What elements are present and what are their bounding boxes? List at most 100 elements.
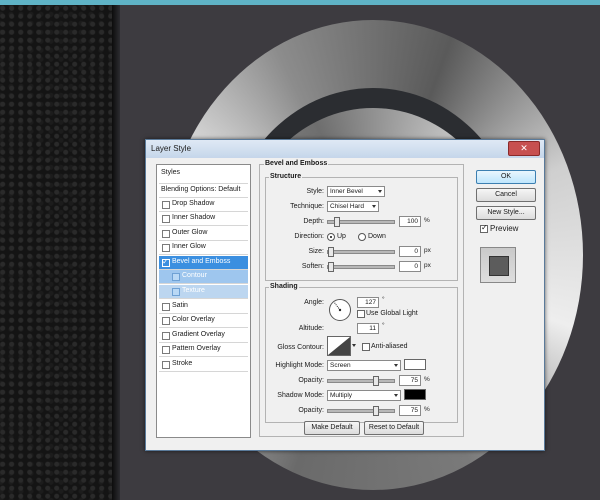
styles-list-panel: Styles Blending Options: Default Drop Sh… — [156, 164, 251, 438]
soften-slider-thumb[interactable] — [328, 262, 334, 272]
size-input[interactable]: 0 — [399, 246, 421, 257]
blending-options-item[interactable]: Blending Options: Default — [159, 183, 248, 198]
ok-button[interactable]: OK — [476, 170, 536, 184]
contour-curve-icon — [328, 337, 350, 355]
highlight-color-swatch[interactable] — [404, 359, 426, 370]
highlight-opacity-slider[interactable] — [327, 376, 395, 386]
style-item-label: Inner Glow — [172, 243, 206, 250]
angle-value: 127 — [365, 299, 376, 306]
structure-group: Structure Style: Inner Bevel Technique: … — [265, 173, 458, 281]
shading-group: Shading Angle: 127 ° Use Global Light Al… — [265, 283, 458, 423]
style-item-stroke[interactable]: Stroke — [159, 358, 248, 372]
new-style-button[interactable]: New Style... — [476, 206, 536, 220]
highlight-opacity-input[interactable]: 75 — [399, 375, 421, 386]
style-item-inner-glow[interactable]: Inner Glow — [159, 241, 248, 255]
style-item-outer-glow[interactable]: Outer Glow — [159, 227, 248, 241]
checkbox-color-overlay[interactable] — [162, 317, 170, 325]
size-value: 0 — [414, 248, 418, 255]
altitude-input[interactable]: 11 — [357, 323, 379, 334]
shadow-opacity-input[interactable]: 75 — [399, 405, 421, 416]
preview-checkbox[interactable]: ✓ — [480, 223, 488, 233]
chevron-down-icon[interactable] — [352, 344, 356, 347]
style-item-pattern-overlay[interactable]: Pattern Overlay — [159, 343, 248, 357]
style-dropdown[interactable]: Inner Bevel — [327, 186, 385, 197]
depth-slider-thumb[interactable] — [334, 217, 340, 227]
structure-title: Structure — [269, 173, 303, 180]
blending-options-label: Blending Options: Default — [161, 186, 241, 193]
style-item-label: Drop Shadow — [172, 200, 215, 207]
depth-slider[interactable] — [327, 217, 395, 227]
checkbox-drop-shadow[interactable] — [162, 201, 170, 209]
styles-header[interactable]: Styles — [159, 167, 248, 180]
shadow-opacity-thumb[interactable] — [373, 406, 379, 416]
anti-aliased-checkbox[interactable] — [362, 343, 370, 351]
style-item-label: Color Overlay — [172, 316, 215, 323]
checkbox-contour[interactable] — [172, 273, 180, 281]
highlight-mode-dropdown[interactable]: Screen — [327, 360, 401, 371]
technique-dropdown[interactable]: Chisel Hard — [327, 201, 379, 212]
style-item-label: Outer Glow — [172, 229, 208, 236]
style-item-drop-shadow[interactable]: Drop Shadow — [159, 198, 248, 212]
size-slider[interactable] — [327, 247, 395, 257]
shadow-mode-dropdown[interactable]: Multiply — [327, 390, 401, 401]
highlight-mode-label: Highlight Mode: — [275, 362, 324, 369]
checkbox-inner-shadow[interactable] — [162, 215, 170, 223]
checkbox-bevel-and-emboss[interactable]: ✓ — [162, 257, 170, 267]
direction-down-label: Down — [368, 233, 386, 240]
soften-slider[interactable] — [327, 262, 395, 272]
angle-input[interactable]: 127 — [357, 297, 379, 308]
altitude-unit: ° — [382, 322, 385, 329]
close-icon[interactable]: ✕ — [508, 141, 540, 156]
style-item-label: Bevel and Emboss — [172, 258, 231, 265]
leather-edge-shadow — [112, 5, 120, 500]
highlight-opacity-thumb[interactable] — [373, 376, 379, 386]
style-item-bevel-and-emboss[interactable]: ✓ Bevel and Emboss — [159, 256, 248, 270]
reset-to-default-button[interactable]: Reset to Default — [364, 421, 424, 435]
checkbox-stroke[interactable] — [162, 361, 170, 369]
preview-label: Preview — [490, 224, 519, 233]
checkbox-outer-glow[interactable] — [162, 230, 170, 238]
use-global-light-checkbox[interactable] — [357, 310, 365, 318]
shadow-opacity-slider[interactable] — [327, 406, 395, 416]
style-item-label: Gradient Overlay — [172, 331, 225, 338]
checkbox-satin[interactable] — [162, 303, 170, 311]
direction-up-radio[interactable] — [327, 233, 335, 241]
style-item-label: Contour — [182, 272, 207, 279]
make-default-button[interactable]: Make Default — [304, 421, 360, 435]
dialog-titlebar[interactable]: Layer Style ✕ — [146, 140, 544, 158]
direction-label: Direction: — [294, 233, 324, 240]
soften-value: 0 — [414, 263, 418, 270]
checkmark-icon: ✓ — [481, 223, 488, 232]
dialog-title: Layer Style — [151, 144, 192, 153]
highlight-opacity-value: 75 — [410, 377, 418, 384]
shadow-color-swatch[interactable] — [404, 389, 426, 400]
gloss-contour-picker[interactable] — [327, 336, 351, 356]
checkbox-pattern-overlay[interactable] — [162, 346, 170, 354]
angle-unit: ° — [382, 296, 385, 303]
depth-unit: % — [424, 217, 430, 224]
soften-input[interactable]: 0 — [399, 261, 421, 272]
chevron-down-icon — [394, 364, 398, 367]
size-slider-thumb[interactable] — [328, 247, 334, 257]
checkbox-inner-glow[interactable] — [162, 244, 170, 252]
cancel-button[interactable]: Cancel — [476, 188, 536, 202]
shadow-opacity-unit: % — [424, 406, 430, 413]
highlight-mode-value: Screen — [330, 362, 351, 369]
style-item-label: Texture — [182, 287, 205, 294]
checkbox-gradient-overlay[interactable] — [162, 332, 170, 340]
checkbox-texture[interactable] — [172, 288, 180, 296]
preview-swatch — [489, 256, 509, 276]
altitude-label: Altitude: — [298, 325, 324, 332]
style-item-gradient-overlay[interactable]: Gradient Overlay — [159, 329, 248, 343]
soften-unit: px — [424, 262, 431, 269]
style-item-satin[interactable]: Satin — [159, 300, 248, 314]
style-item-color-overlay[interactable]: Color Overlay — [159, 314, 248, 328]
depth-input[interactable]: 100 — [399, 216, 421, 227]
style-item-inner-shadow[interactable]: Inner Shadow — [159, 212, 248, 226]
shadow-mode-value: Multiply — [330, 392, 353, 399]
highlight-opacity-unit: % — [424, 376, 430, 383]
style-item-contour[interactable]: Contour — [159, 270, 248, 284]
direction-down-radio[interactable] — [358, 233, 366, 241]
style-item-texture[interactable]: Texture — [159, 285, 248, 299]
angle-dial-icon[interactable] — [328, 298, 352, 322]
